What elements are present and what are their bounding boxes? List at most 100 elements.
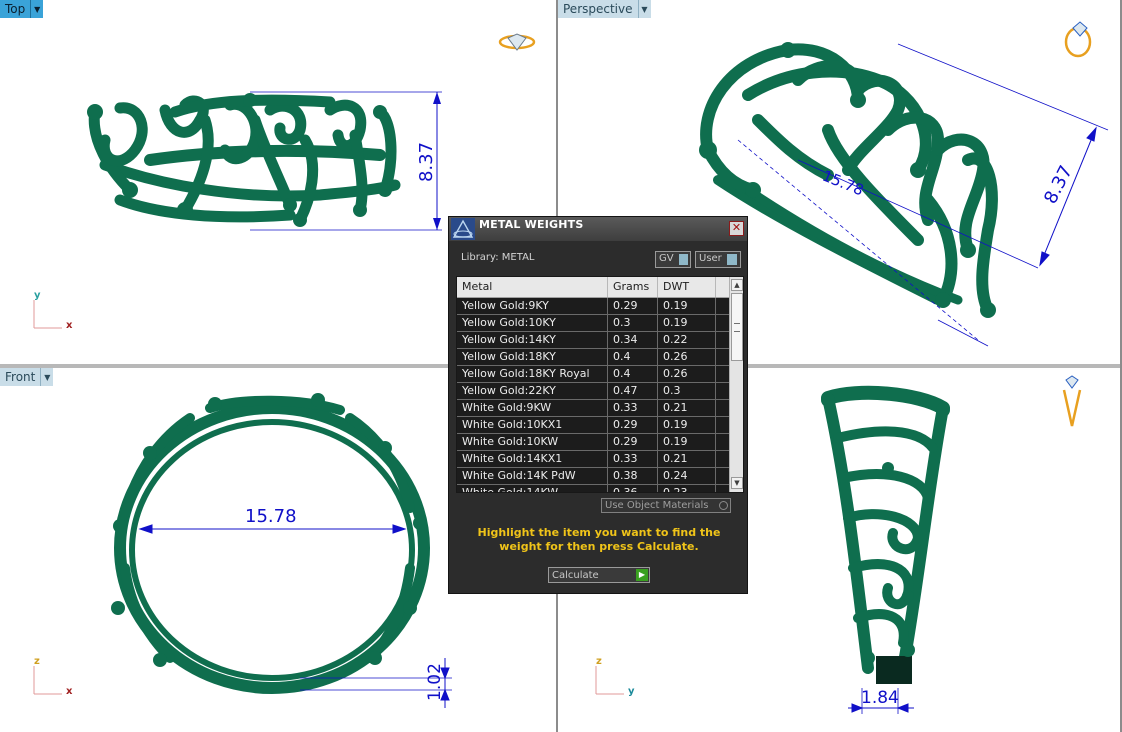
table-body: Yellow Gold:9KY 0.29 0.19 Yellow Gold:10KY 0… (457, 298, 729, 492)
cell-spacer (716, 383, 729, 399)
table-row[interactable]: White Gold:10KX1 0.29 0.19 (457, 417, 729, 434)
cell-metal: Yellow Gold:9KY (457, 298, 608, 314)
cell-grams: 0.4 (608, 349, 658, 365)
dialog-title-bar[interactable]: METAL WEIGHTS ✕ (449, 217, 747, 241)
axis-label-y: y (628, 686, 635, 697)
table-row[interactable]: Yellow Gold:14KY 0.34 0.22 (457, 332, 729, 349)
cell-dwt: 0.21 (658, 400, 716, 416)
persp-height-text: 8.37 (1040, 162, 1077, 207)
front-thickness-label: 1.02 (420, 660, 450, 704)
cell-grams: 0.38 (608, 468, 658, 484)
table-row[interactable]: White Gold:14K PdW 0.38 0.24 (457, 468, 729, 485)
play-icon: ▶ (636, 569, 648, 581)
use-object-materials-label: Use Object Materials (605, 500, 709, 511)
column-header-metal[interactable]: Metal (457, 277, 608, 297)
axis-indicator-top (33, 300, 62, 329)
cell-metal: Yellow Gold:18KY Royal (457, 366, 608, 382)
table-row[interactable]: Yellow Gold:9KY 0.29 0.19 (457, 298, 729, 315)
user-toggle[interactable]: User (695, 251, 741, 268)
cell-spacer (716, 298, 729, 314)
cell-spacer (716, 434, 729, 450)
toggle-knob-icon (678, 254, 688, 265)
chevron-down-icon: ▼ (734, 479, 740, 487)
user-toggle-label: User (699, 253, 722, 264)
cell-metal: White Gold:9KW (457, 400, 608, 416)
calculate-button[interactable]: Calculate ▶ (548, 567, 650, 583)
metal-weights-table[interactable]: Metal Grams DWT Yellow Gold:9KY 0.29 0.19 Y… (456, 276, 744, 493)
cell-grams: 0.29 (608, 434, 658, 450)
column-header-dwt[interactable]: DWT (658, 277, 716, 297)
column-header-grams[interactable]: Grams (608, 277, 658, 297)
right-width-text: 1.84 (861, 688, 899, 708)
cell-spacer (716, 315, 729, 331)
cell-dwt: 0.19 (658, 434, 716, 450)
cell-dwt: 0.21 (658, 451, 716, 467)
use-object-materials-toggle[interactable]: Use Object Materials (601, 498, 731, 513)
cell-metal: White Gold:10KW (457, 434, 608, 450)
axis-indicator-front (33, 666, 62, 695)
cell-dwt: 0.19 (658, 298, 716, 314)
close-icon: ✕ (731, 221, 742, 234)
top-dim-label: 8.37 (410, 140, 440, 184)
calculate-label: Calculate (552, 570, 599, 581)
table-row[interactable]: Yellow Gold:18KY Royal 0.4 0.26 (457, 366, 729, 383)
axis-label-y: y (34, 290, 41, 301)
cell-grams: 0.36 (608, 485, 658, 492)
table-scrollbar[interactable]: ▲ ▼ (729, 277, 743, 492)
cell-spacer (716, 400, 729, 416)
persp-width-text: 15.78 (820, 168, 867, 198)
scroll-up-button[interactable]: ▲ (731, 279, 743, 291)
cell-metal: Yellow Gold:18KY (457, 349, 608, 365)
table-row[interactable]: Yellow Gold:10KY 0.3 0.19 (457, 315, 729, 332)
axis-label-x: x (66, 320, 73, 331)
table-row[interactable]: White Gold:14KX1 0.33 0.21 (457, 451, 729, 468)
cell-grams: 0.34 (608, 332, 658, 348)
cell-dwt: 0.19 (658, 417, 716, 433)
scroll-down-button[interactable]: ▼ (731, 477, 743, 489)
cell-metal: White Gold:10KX1 (457, 417, 608, 433)
dialog-title: METAL WEIGHTS (479, 218, 584, 231)
cell-dwt: 0.26 (658, 349, 716, 365)
cell-spacer (716, 349, 729, 365)
table-row[interactable]: White Gold:14KW 0.36 0.23 (457, 485, 729, 492)
cell-spacer (716, 366, 729, 382)
gv-toggle[interactable]: GV (655, 251, 691, 268)
chevron-up-icon: ▲ (734, 281, 740, 289)
cell-metal: White Gold:14KX1 (457, 451, 608, 467)
cell-spacer (716, 417, 729, 433)
cell-dwt: 0.24 (658, 468, 716, 484)
toggle-knob-icon (726, 254, 737, 265)
grip-icon (734, 323, 740, 332)
scroll-thumb[interactable] (731, 293, 743, 361)
cell-metal: White Gold:14K PdW (457, 468, 608, 484)
cell-grams: 0.3 (608, 315, 658, 331)
table-row[interactable]: White Gold:10KW 0.29 0.19 (457, 434, 729, 451)
radio-icon (719, 501, 728, 510)
persp-height-label: 8.37 (1034, 160, 1084, 210)
column-header-spacer (716, 277, 729, 297)
top-dimension-text: 8.37 (416, 142, 437, 182)
cell-grams: 0.33 (608, 451, 658, 467)
table-row[interactable]: Yellow Gold:22KY 0.47 0.3 (457, 383, 729, 400)
gv-toggle-label: GV (659, 253, 674, 264)
ring-model-right (821, 385, 950, 674)
close-button[interactable]: ✕ (729, 221, 744, 236)
cell-metal: Yellow Gold:22KY (457, 383, 608, 399)
table-row[interactable]: Yellow Gold:18KY 0.4 0.26 (457, 349, 729, 366)
persp-width-label: 15.78 (808, 168, 878, 198)
cell-grams: 0.33 (608, 400, 658, 416)
front-diameter-text: 15.78 (245, 506, 297, 527)
cell-metal: Yellow Gold:10KY (457, 315, 608, 331)
cell-grams: 0.4 (608, 366, 658, 382)
ring-model-top (88, 94, 401, 226)
diamond-ring-icon (498, 33, 536, 51)
cell-spacer (716, 451, 729, 467)
cell-dwt: 0.19 (658, 315, 716, 331)
ring-side-icon (1062, 375, 1082, 427)
axis-label-z: z (34, 656, 40, 667)
table-row[interactable]: White Gold:9KW 0.33 0.21 (457, 400, 729, 417)
metal-weights-dialog[interactable]: METAL WEIGHTS ✕ Library: METAL GV User M… (448, 216, 748, 594)
diamond-ring-icon (1064, 21, 1092, 58)
table-header: Metal Grams DWT (457, 277, 729, 298)
ring-model-front (114, 395, 430, 694)
